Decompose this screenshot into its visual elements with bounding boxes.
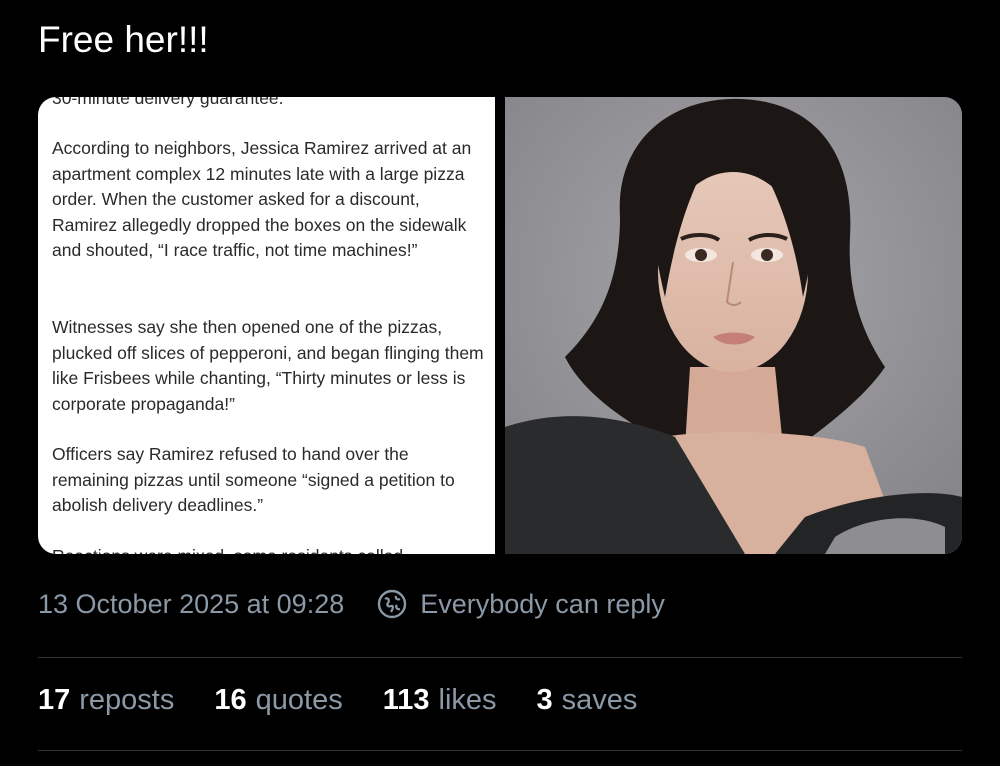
reply-setting[interactable]: Everybody can reply	[420, 589, 665, 620]
reposts-stat[interactable]: 17 reposts	[38, 684, 174, 717]
reposts-count: 17	[38, 684, 71, 716]
globe-reply-icon[interactable]	[376, 588, 408, 620]
article-paragraph-3: Officers say Ramirez refused to hand ove…	[52, 444, 455, 515]
engagement-stats: 17 reposts 16 quotes 113 likes 3 saves	[38, 684, 637, 717]
reposts-label: reposts	[79, 684, 175, 716]
article-clipped-bottom-line: Reactions were mixed, some residents cal…	[52, 543, 403, 554]
quotes-label: quotes	[255, 684, 343, 716]
quotes-count: 16	[214, 684, 247, 716]
media-grid[interactable]: 30-minute delivery guarantee. According …	[38, 97, 962, 554]
article-paragraph-1: According to neighbors, Jessica Ramirez …	[52, 138, 472, 260]
mugshot-photo[interactable]	[505, 97, 962, 554]
quotes-stat[interactable]: 16 quotes	[214, 684, 342, 717]
saves-count: 3	[536, 684, 553, 716]
article-paragraph-2: Witnesses say she then opened one of the…	[52, 317, 484, 414]
likes-count: 113	[382, 684, 430, 716]
article-clipped-top-line: 30-minute delivery guarantee.	[52, 97, 284, 108]
post-timestamp[interactable]: 13 October 2025 at 09:28	[38, 589, 344, 620]
article-screenshot-image[interactable]: 30-minute delivery guarantee. According …	[38, 97, 495, 554]
mugshot-illustration	[505, 97, 962, 554]
likes-label: likes	[438, 684, 497, 716]
saves-label: saves	[561, 684, 638, 716]
divider-top	[38, 657, 962, 658]
divider-bottom	[38, 750, 962, 751]
likes-stat[interactable]: 113 likes	[383, 684, 497, 717]
saves-stat[interactable]: 3 saves	[537, 684, 638, 717]
post-text: Free her!!!	[38, 19, 209, 60]
post-meta: 13 October 2025 at 09:28 Everybody can r…	[38, 588, 665, 620]
